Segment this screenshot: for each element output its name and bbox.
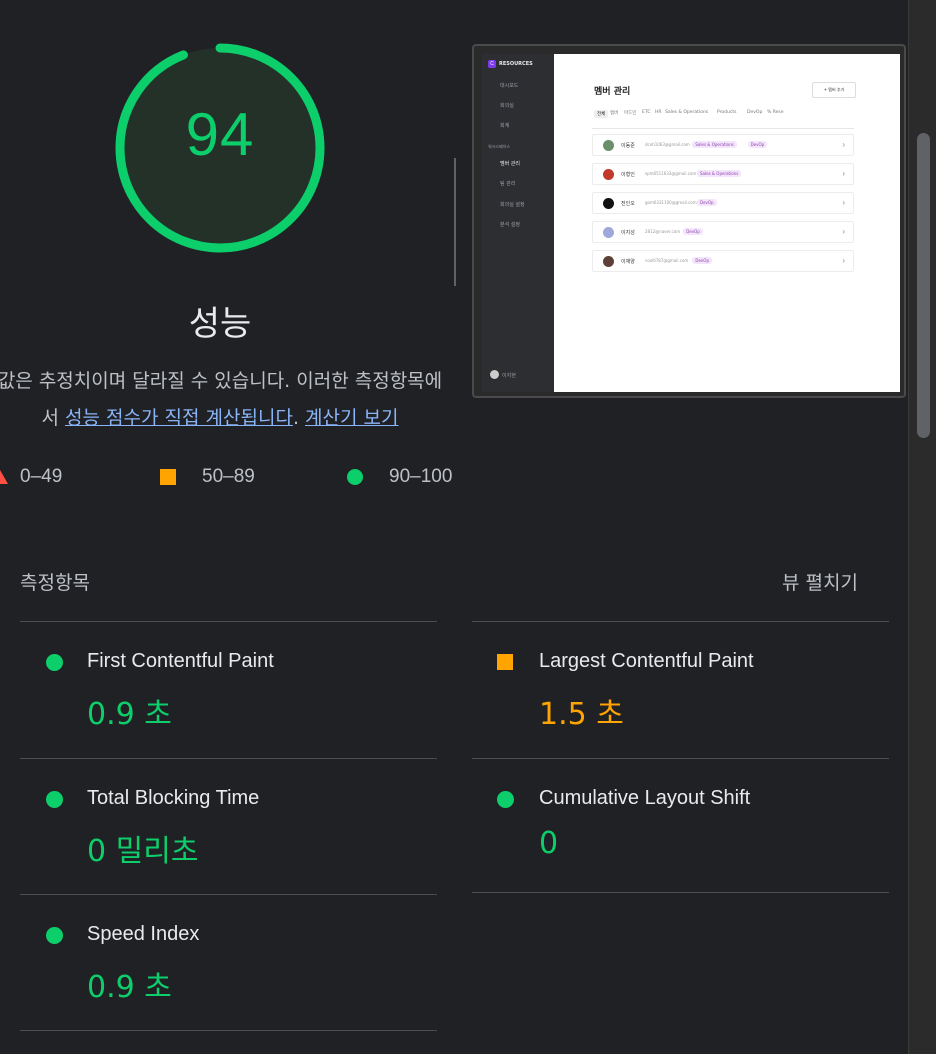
metrics-divider [20,1030,437,1031]
brand-badge: C [488,60,496,68]
circle-pass-icon [46,791,63,808]
member-avatar [603,256,614,267]
member-email: spm6511633@gmail.com [645,171,697,176]
member-email: cool6787@gmail.com [645,258,689,263]
member-tag: DevOp [692,257,712,264]
brand-name: RESOURCES [499,61,533,67]
sidebar-section: 워크스페이스 [488,144,511,149]
chevron-right-icon: › [842,256,845,265]
member-avatar [603,140,614,151]
circle-pass-icon [46,927,63,944]
legend-fail-label: 0–49 [20,466,63,487]
member-email: dcoh1063@gmail.com [645,142,690,147]
circle-pass-icon [347,469,363,485]
screenshot-member-row: 이형인 spm6511633@gmail.com Sales & Operation… [592,163,854,185]
user-avatar [490,370,499,379]
screenshot-member-row: 이동준 dcoh1063@gmail.com Sales & Operations D… [592,134,854,156]
metric-si-value: 0.9 초 [87,970,172,1005]
square-average-icon [497,654,513,670]
performance-score: 94 [185,101,255,168]
expand-view-toggle[interactable]: 뷰 펼치기 [782,568,858,595]
member-name: 이동준 [621,143,635,149]
member-tag: Sales & Operations [692,141,737,148]
metric-si-title: Speed Index [87,923,200,945]
legend-average: 50–89 [160,466,255,488]
member-email: gom6331100@gmail.com [645,200,697,205]
member-email: 2812@naver.com [645,229,681,234]
metrics-divider [472,892,889,893]
metrics-divider [20,894,437,895]
calculator-link[interactable]: 계산기 보기 [305,407,398,429]
scrollbar-thumb[interactable] [917,133,930,438]
chevron-right-icon: › [842,140,845,149]
member-name: 전인오 [621,201,635,207]
member-tag: Sales & Operations [697,170,742,177]
sidebar-item-dashboard: 대시보드 [500,83,519,89]
legend-pass: 90–100 [347,466,452,488]
description-text-2: 서 [41,407,66,429]
member-name: 이재양 [621,259,635,265]
performance-description: 값은 추정치이며 달라질 수 있습니다. 이러한 측정항목에 서 성능 점수가 … [0,363,460,437]
sidebar-item-analytics: 분석 설정 [500,222,520,228]
member-tag: DevOp [683,228,703,235]
description-separator: . [292,407,306,429]
member-avatar [603,227,614,238]
member-avatar [603,169,614,180]
screenshot-member-row: 전인오 gom6331100@gmail.com DevOp › [592,192,854,214]
sidebar-item-meeting: 회의실 [500,103,514,109]
triangle-fail-icon [0,470,8,484]
legend-pass-label: 90–100 [389,466,453,487]
screenshot-main: 멤버 관리 + 멤버 추가 전체 멤버 마드민 ETC HR Sales & Operat… [554,54,900,392]
metric-tbt-value: 0 밀리초 [87,834,199,869]
sidebar-item-teams: 팀 관리 [500,181,516,187]
metrics-divider [20,758,437,759]
sidebar-item-members: 멤버 관리 [500,161,520,167]
metric-lcp-title: Largest Contentful Paint [539,650,754,672]
metric-lcp-value: 1.5 초 [539,697,624,732]
performance-title: 성능 [188,304,252,344]
metric-fcp-value: 0.9 초 [87,697,172,732]
user-name: 이지현 [502,373,516,379]
metric-cls-title: Cumulative Layout Shift [539,787,751,809]
chevron-right-icon: › [842,198,845,207]
member-tag: DevOp [697,199,717,206]
member-name: 이형인 [621,172,635,178]
description-text: 값은 추정치이며 달라질 수 있습니다. 이러한 측정항목에 [0,370,443,392]
metrics-divider [20,621,437,622]
member-avatar [603,198,614,209]
screenshot-member-list: 이동준 dcoh1063@gmail.com Sales & Operations D… [554,54,900,392]
circle-pass-icon [497,791,514,808]
metrics-divider [472,621,889,622]
metric-cls-value: 0 [539,826,559,861]
metric-fcp-title: First Contentful Paint [87,650,274,672]
metrics-divider [472,758,889,759]
metric-tbt-title: Total Blocking Time [87,787,260,809]
screenshot-member-row: 이재양 cool6787@gmail.com DevOp › [592,250,854,272]
square-average-icon [160,469,176,485]
chevron-right-icon: › [842,169,845,178]
metrics-header: 측정항목 [20,572,90,594]
sidebar-item-accounting: 회계 [500,123,510,129]
sidebar-item-room-settings: 회의실 설정 [500,202,525,208]
final-screenshot[interactable]: C RESOURCES 대시보드 회의실 회계 워크스페이스 멤버 관리 팀 관… [472,44,906,398]
vertical-divider [454,158,456,286]
score-calculation-link[interactable]: 성능 점수가 직접 계산됩니다 [65,407,293,429]
member-tag: DevOp [747,141,768,148]
legend-fail: 0–49 [0,466,62,488]
circle-pass-icon [46,654,63,671]
screenshot-member-row: 이지성 2812@naver.com DevOp › [592,221,854,243]
legend-average-label: 50–89 [202,466,255,487]
member-name: 이지성 [621,230,635,236]
screenshot-sidebar: C RESOURCES 대시보드 회의실 회계 워크스페이스 멤버 관리 팀 관… [482,54,554,392]
chevron-right-icon: › [842,227,845,236]
